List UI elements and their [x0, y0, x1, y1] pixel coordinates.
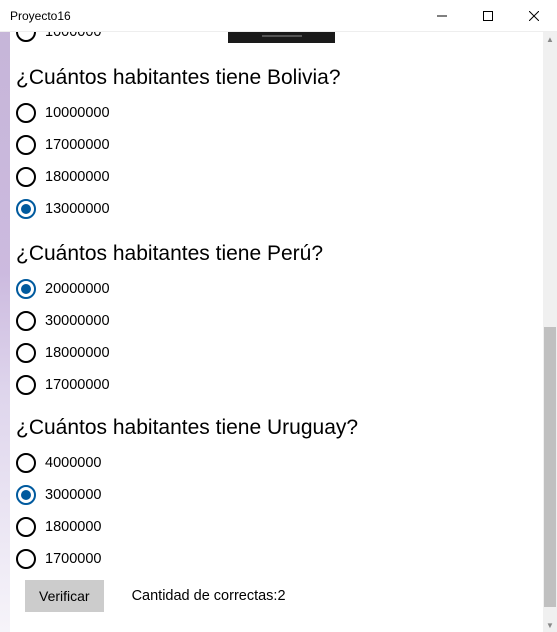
question-title: ¿Cuántos habitantes tiene Bolivia?: [16, 66, 341, 90]
scrollbar-thumb[interactable]: [544, 327, 556, 607]
radio-option[interactable]: 3000000: [16, 479, 358, 511]
radio-icon: [16, 103, 36, 123]
radio-label: 20000000: [45, 281, 110, 297]
question-title: ¿Cuántos habitantes tiene Perú?: [16, 242, 323, 266]
radio-option[interactable]: 20000000: [16, 273, 323, 305]
question-block-uruguay: ¿Cuántos habitantes tiene Uruguay? 40000…: [16, 416, 358, 575]
question-title: ¿Cuántos habitantes tiene Uruguay?: [16, 416, 358, 440]
radio-label: 3000000: [45, 487, 101, 503]
maximize-button[interactable]: [465, 0, 511, 32]
scroll-down-arrow-icon[interactable]: ▼: [543, 618, 557, 632]
radio-label: 13000000: [45, 201, 110, 217]
radio-icon: [16, 375, 36, 395]
partial-radio-row: 1000000: [16, 32, 101, 42]
radio-label: 1800000: [45, 519, 101, 535]
radio-icon: [16, 279, 36, 299]
debug-overlay-bar: [228, 32, 335, 43]
radio-label: 4000000: [45, 455, 101, 471]
minimize-button[interactable]: [419, 0, 465, 32]
question-block-peru: ¿Cuántos habitantes tiene Perú? 20000000…: [16, 242, 323, 401]
radio-icon: [16, 485, 36, 505]
radio-option[interactable]: 10000000: [16, 97, 341, 129]
radio-option[interactable]: 17000000: [16, 129, 341, 161]
left-margin-strip: [0, 32, 10, 632]
radio-option[interactable]: 13000000: [16, 193, 341, 225]
radio-icon[interactable]: [16, 32, 36, 42]
radio-label: 17000000: [45, 377, 110, 393]
scroll-up-arrow-icon[interactable]: ▲: [543, 32, 557, 46]
window-titlebar: Proyecto16: [0, 0, 557, 32]
radio-option[interactable]: 18000000: [16, 161, 341, 193]
radio-icon: [16, 549, 36, 569]
radio-icon: [16, 135, 36, 155]
window-title: Proyecto16: [10, 9, 71, 23]
radio-label: 18000000: [45, 345, 110, 361]
vertical-scrollbar[interactable]: ▲ ▼: [543, 32, 557, 632]
question-block-bolivia: ¿Cuántos habitantes tiene Bolivia? 10000…: [16, 66, 341, 225]
radio-icon: [16, 311, 36, 331]
minimize-icon: [437, 11, 447, 21]
close-icon: [529, 11, 539, 21]
radio-label: 10000000: [45, 105, 110, 121]
radio-option[interactable]: 1700000: [16, 543, 358, 575]
radio-icon: [16, 167, 36, 187]
radio-option[interactable]: 17000000: [16, 369, 323, 401]
radio-option[interactable]: 4000000: [16, 447, 358, 479]
radio-label: 30000000: [45, 313, 110, 329]
radio-icon: [16, 517, 36, 537]
result-text: Cantidad de correctas:2: [132, 588, 286, 604]
radio-icon: [16, 453, 36, 473]
close-button[interactable]: [511, 0, 557, 32]
radio-label: 1700000: [45, 551, 101, 567]
verify-button[interactable]: Verificar: [25, 580, 104, 612]
content-area: 1000000 ¿Cuántos habitantes tiene Bolivi…: [10, 32, 543, 632]
radio-label: 1000000: [45, 32, 101, 40]
radio-icon: [16, 199, 36, 219]
radio-label: 17000000: [45, 137, 110, 153]
radio-option[interactable]: 1800000: [16, 511, 358, 543]
radio-label: 18000000: [45, 169, 110, 185]
bottom-row: Verificar Cantidad de correctas:2: [25, 580, 286, 612]
radio-option[interactable]: 30000000: [16, 305, 323, 337]
maximize-icon: [483, 11, 493, 21]
radio-icon: [16, 343, 36, 363]
radio-option[interactable]: 18000000: [16, 337, 323, 369]
